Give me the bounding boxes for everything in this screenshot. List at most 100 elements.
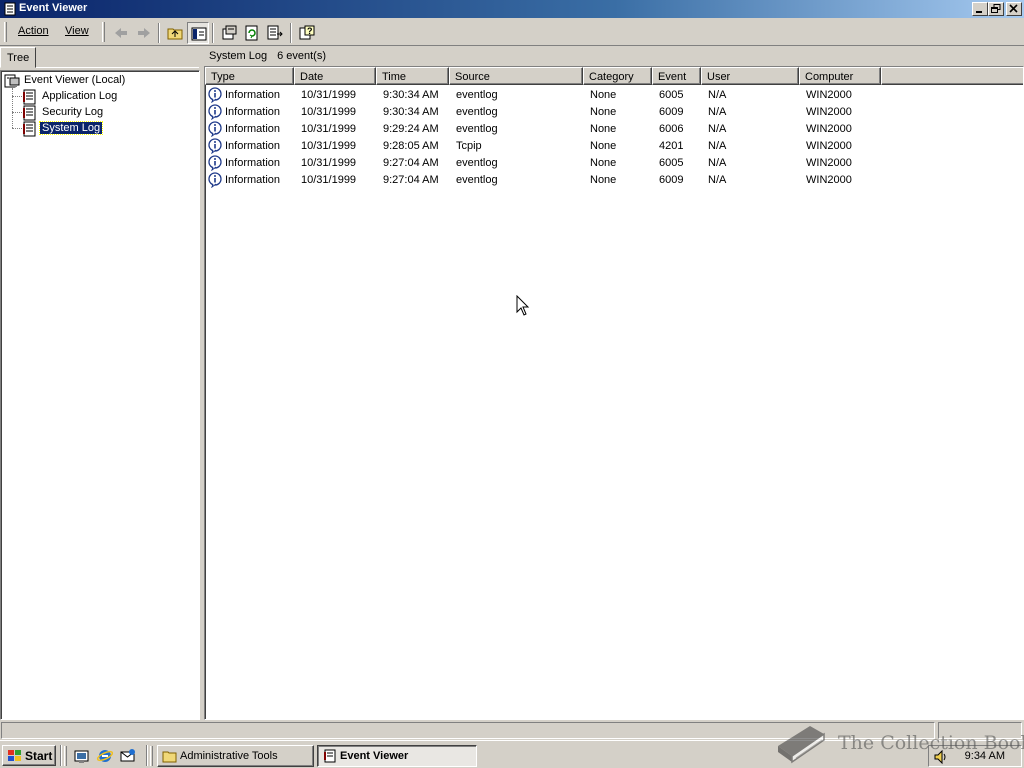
- menu-view-label: View: [65, 25, 89, 37]
- task-event-viewer[interactable]: Event Viewer: [317, 745, 477, 767]
- tree-item-label: Application Log: [42, 90, 118, 102]
- tree-view[interactable]: Event Viewer (Local) Application Log Sec…: [0, 70, 200, 720]
- export-list-button[interactable]: [264, 22, 286, 44]
- start-label: Start: [25, 749, 53, 763]
- column-header-type[interactable]: Type: [205, 67, 294, 85]
- minimize-button[interactable]: [972, 2, 988, 16]
- table-row[interactable]: Information 10/31/1999 9:27:04 AM eventlog N…: [205, 172, 1023, 189]
- column-label: User: [707, 71, 731, 83]
- cell-type: Information: [225, 140, 281, 152]
- tree-root-label: Event Viewer (Local): [24, 74, 126, 86]
- table-row[interactable]: Information 10/31/1999 9:27:04 AM eventlog N…: [205, 155, 1023, 172]
- properties-button[interactable]: [218, 22, 240, 44]
- svg-text:?: ?: [307, 26, 313, 36]
- cell-computer: WIN2000: [806, 157, 852, 169]
- taskbar-separator: [60, 745, 62, 766]
- column-header-event[interactable]: Event: [652, 67, 701, 85]
- cell-category: None: [590, 174, 617, 186]
- up-one-level-button[interactable]: [164, 22, 186, 44]
- close-button[interactable]: [1006, 2, 1022, 16]
- cell-time: 9:28:05 AM: [383, 140, 439, 152]
- help-button[interactable]: ?: [296, 22, 318, 44]
- log-icon: [23, 89, 36, 105]
- internet-explorer-icon[interactable]: [96, 747, 114, 765]
- table-row[interactable]: Information 10/31/1999 9:29:24 AM eventlog N…: [205, 121, 1023, 138]
- cell-user: N/A: [708, 140, 727, 152]
- column-header-computer[interactable]: Computer: [799, 67, 881, 85]
- cell-type: Information: [225, 174, 281, 186]
- cell-type: Information: [225, 106, 281, 118]
- mouse-cursor-icon: [516, 295, 530, 316]
- tasks-grip[interactable]: [150, 746, 153, 766]
- event-list[interactable]: Type Date Time Source Category Event Use…: [204, 66, 1024, 720]
- refresh-icon: [245, 25, 258, 41]
- toolbar-separator: [290, 23, 292, 43]
- quicklaunch-grip[interactable]: [64, 746, 67, 766]
- cell-source: eventlog: [456, 157, 498, 169]
- system-tray: 9:34 AM: [928, 745, 1022, 767]
- clock[interactable]: 9:34 AM: [965, 750, 1005, 762]
- menu-action[interactable]: Action: [18, 25, 49, 37]
- cell-event: 6009: [659, 174, 684, 186]
- show-hide-tree-button[interactable]: [187, 22, 209, 44]
- column-header-source[interactable]: Source: [449, 67, 583, 85]
- tree-connector: [12, 128, 22, 129]
- tree-item-label: System Log: [38, 121, 104, 135]
- menu-grip[interactable]: [4, 22, 7, 42]
- list-header: Type Date Time Source Category Event Use…: [205, 67, 1023, 85]
- cell-time: 9:30:34 AM: [383, 106, 439, 118]
- up-folder-icon: [167, 28, 183, 40]
- cell-user: N/A: [708, 89, 727, 101]
- taskbar: Start Administrative Tools Event Viewer …: [0, 740, 1024, 768]
- table-row[interactable]: Information 10/31/1999 9:28:05 AM Tcpip None…: [205, 138, 1023, 155]
- close-icon: [1009, 4, 1018, 13]
- cell-time: 9:27:04 AM: [383, 157, 439, 169]
- table-row[interactable]: Information 10/31/1999 9:30:34 AM eventlog N…: [205, 104, 1023, 121]
- refresh-button[interactable]: [241, 22, 263, 44]
- cell-event: 6005: [659, 157, 684, 169]
- task-administrative-tools[interactable]: Administrative Tools: [157, 745, 314, 767]
- cell-source: Tcpip: [456, 140, 482, 152]
- forward-button[interactable]: [133, 22, 155, 44]
- column-header-date[interactable]: Date: [294, 67, 376, 85]
- restore-icon: [991, 4, 1001, 13]
- details-pane: System Log 6 event(s) Type Date Time Sour…: [204, 47, 1024, 720]
- back-button[interactable]: [110, 22, 132, 44]
- cell-category: None: [590, 89, 617, 101]
- column-header-user[interactable]: User: [701, 67, 799, 85]
- outlook-express-icon[interactable]: [119, 747, 137, 765]
- start-button[interactable]: Start: [2, 745, 56, 766]
- status-bar: [0, 720, 1024, 740]
- column-label: Type: [211, 71, 235, 83]
- table-row[interactable]: Information 10/31/1999 9:30:34 AM eventlog N…: [205, 87, 1023, 104]
- cell-computer: WIN2000: [806, 123, 852, 135]
- export-list-icon: [267, 25, 283, 40]
- cell-date: 10/31/1999: [301, 140, 357, 152]
- column-label: Date: [300, 71, 324, 83]
- cell-computer: WIN2000: [806, 140, 852, 152]
- status-panel-main: [1, 722, 935, 739]
- volume-icon[interactable]: [933, 749, 949, 765]
- menu-view[interactable]: View: [65, 25, 89, 37]
- tree-tab[interactable]: Tree: [0, 47, 36, 68]
- tree-tab-label: Tree: [7, 52, 30, 64]
- cell-date: 10/31/1999: [301, 106, 357, 118]
- column-header-time[interactable]: Time: [376, 67, 449, 85]
- cell-user: N/A: [708, 157, 727, 169]
- toolbar-grip[interactable]: [102, 22, 105, 42]
- cell-user: N/A: [708, 123, 727, 135]
- cell-category: None: [590, 140, 617, 152]
- event-viewer-app-icon: [4, 2, 16, 16]
- restore-button[interactable]: [988, 2, 1004, 16]
- event-count: 6 event(s): [277, 50, 327, 62]
- status-panel-secondary: [938, 722, 1022, 739]
- column-header-filler: [881, 67, 1023, 85]
- title-bar[interactable]: Event Viewer: [0, 0, 1024, 18]
- cell-source: eventlog: [456, 106, 498, 118]
- column-label: Event: [658, 71, 687, 83]
- cell-time: 9:27:04 AM: [383, 174, 439, 186]
- pane-title: System Log: [209, 50, 268, 62]
- cell-event: 4201: [659, 140, 684, 152]
- column-header-category[interactable]: Category: [583, 67, 652, 85]
- show-desktop-icon[interactable]: [73, 747, 91, 765]
